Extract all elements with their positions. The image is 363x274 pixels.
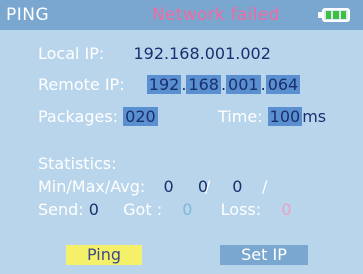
ping-button[interactable]: Ping: [66, 245, 142, 265]
statistics-title: Statistics:: [38, 154, 117, 173]
remote-ip-octet-1[interactable]: 192: [146, 75, 182, 94]
send-got-loss-row: Send: 0 Got : 0 Loss: 0: [38, 200, 292, 219]
loss-label: Loss:: [220, 200, 262, 219]
local-ip-value: 192.168.001.002: [133, 44, 271, 63]
remote-ip-label: Remote IP:: [38, 75, 125, 94]
header-bar: PING Network failed: [0, 0, 363, 30]
time-row: Time: 100 ms: [218, 107, 326, 126]
ping-screen: PING Network failed Local IP: 192.168.00…: [0, 0, 363, 274]
minmaxavg-label: Min/Max/Avg:: [38, 177, 146, 196]
packages-row: Packages: 020: [38, 107, 158, 126]
remote-ip-octet-2[interactable]: 168: [186, 75, 221, 94]
set-ip-button[interactable]: Set IP: [220, 245, 308, 265]
time-label: Time:: [218, 107, 263, 126]
remote-ip-octet-4[interactable]: 064: [265, 75, 301, 94]
packages-label: Packages:: [38, 107, 119, 126]
loss-value: 0: [281, 200, 292, 219]
local-ip-row: Local IP: 192.168.001.002: [38, 44, 271, 63]
minmaxavg-row: Min/Max/Avg: 0 0 0: [38, 177, 242, 196]
packages-value[interactable]: 020: [123, 107, 158, 126]
remote-ip-row: Remote IP: 192. 168. 001. 064: [38, 75, 301, 94]
send-label: Send:: [38, 200, 84, 219]
battery-full-icon: [318, 8, 350, 22]
got-value: 0: [182, 200, 193, 219]
remote-ip-octet-3[interactable]: 001: [226, 75, 261, 94]
time-value[interactable]: 100: [267, 107, 303, 126]
network-status: Network failed: [152, 5, 280, 25]
avg-value: 0: [232, 177, 243, 196]
send-value: 0: [88, 200, 99, 219]
got-label: Got :: [123, 200, 163, 219]
min-value: 0: [163, 177, 174, 196]
local-ip-label: Local IP:: [38, 44, 105, 63]
mode-title: PING: [6, 5, 50, 25]
time-unit: ms: [302, 107, 327, 126]
